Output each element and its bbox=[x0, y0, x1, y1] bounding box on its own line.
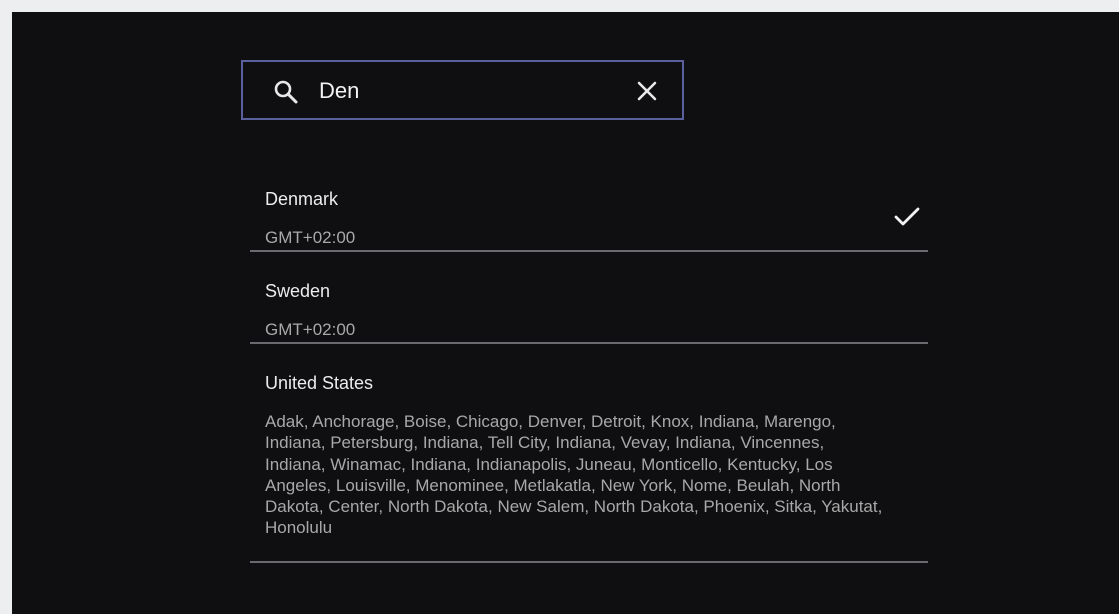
list-item-united-states[interactable]: United States Adak, Anchorage, Boise, Ch… bbox=[250, 344, 928, 563]
timezone-search-screen: Den Denmark GMT+02:00 Sweden GMT+02:00 U… bbox=[12, 12, 1119, 614]
list-item-detail: Adak, Anchorage, Boise, Chicago, Denver,… bbox=[265, 412, 883, 538]
close-icon[interactable] bbox=[635, 79, 659, 103]
search-input[interactable]: Den bbox=[319, 78, 359, 104]
search-icon bbox=[274, 80, 298, 104]
list-item-sweden[interactable]: Sweden GMT+02:00 bbox=[250, 252, 928, 344]
list-item-name: Denmark bbox=[265, 189, 339, 209]
list-item-denmark[interactable]: Denmark GMT+02:00 bbox=[250, 159, 928, 252]
results-list: Denmark GMT+02:00 Sweden GMT+02:00 Unite… bbox=[250, 159, 928, 563]
search-field[interactable]: Den bbox=[241, 60, 684, 120]
list-item-name: Sweden bbox=[265, 281, 331, 301]
list-item-name: United States bbox=[265, 373, 374, 393]
list-item-detail: GMT+02:00 bbox=[265, 228, 356, 247]
checkmark-icon bbox=[894, 207, 920, 226]
list-item-detail: GMT+02:00 bbox=[265, 320, 356, 339]
